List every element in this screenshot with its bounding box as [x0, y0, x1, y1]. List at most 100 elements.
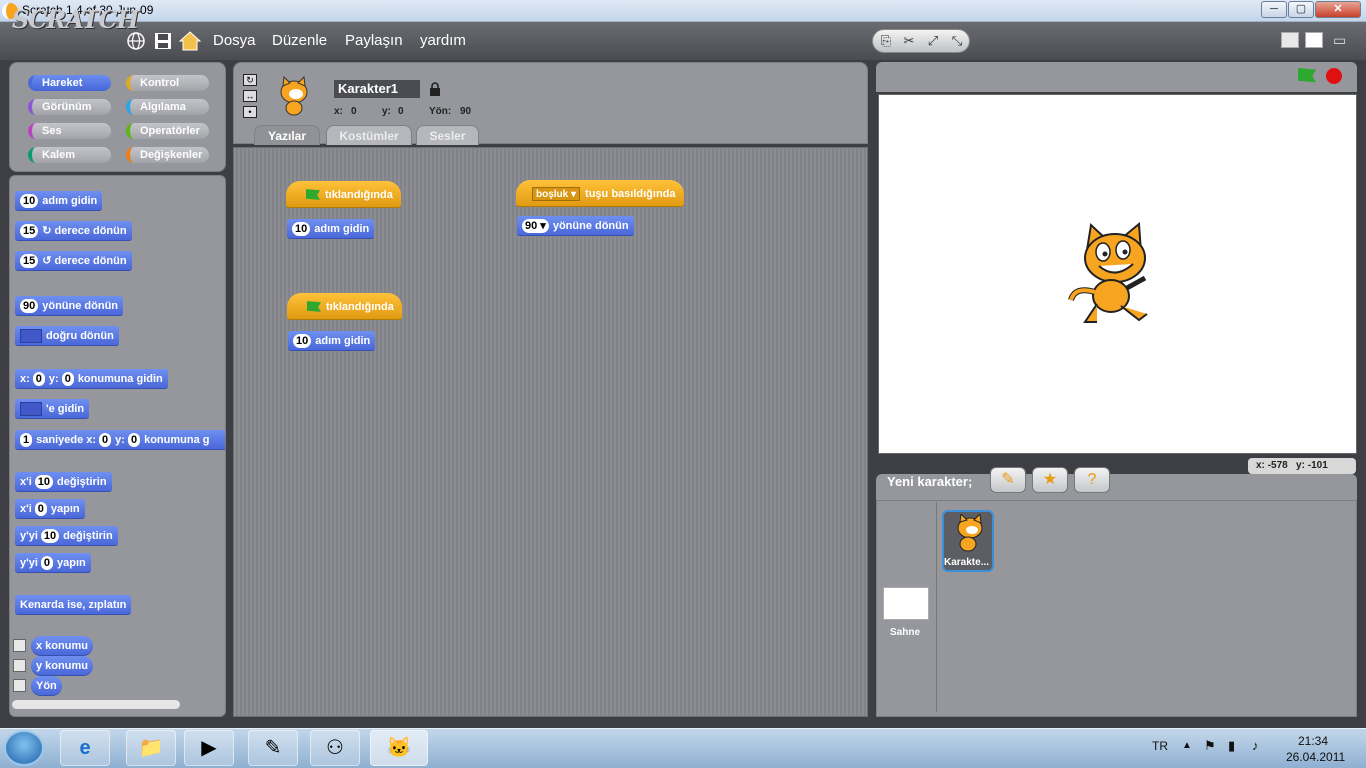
- reporter-direction[interactable]: Yön: [31, 676, 62, 696]
- menu-duzenle[interactable]: Düzenle: [272, 32, 327, 49]
- globe-icon[interactable]: [126, 31, 146, 51]
- mouse-coordinates: x: -578 y: -101: [1248, 458, 1356, 474]
- title-bar: Scratch 1.4 of 30-Jun-09 ─ ▢ ✕: [0, 0, 1366, 22]
- rotate-style-can-rotate-icon[interactable]: ↻: [243, 74, 257, 86]
- windows-start-icon[interactable]: [4, 730, 44, 766]
- tab-kostumler[interactable]: Kostümler: [326, 125, 412, 145]
- category-gorunum[interactable]: Görünüm: [28, 99, 111, 115]
- maximize-button[interactable]: ▢: [1288, 1, 1314, 18]
- sprite-y-value: 0: [398, 106, 404, 117]
- block-set-y[interactable]: y'yi 0 yapın: [15, 553, 91, 573]
- block-move[interactable]: 10 adım gidin: [287, 219, 375, 239]
- small-stage-icon[interactable]: [1281, 32, 1299, 48]
- block-goto-xy[interactable]: x: 0 y: 0 konumuna gidin: [15, 369, 168, 389]
- tab-yazilar[interactable]: Yazılar: [254, 125, 320, 145]
- paint-sprite-icon[interactable]: ✎: [990, 467, 1026, 493]
- language-indicator[interactable]: TR: [1152, 739, 1168, 753]
- delete-icon[interactable]: ✂: [900, 33, 918, 49]
- menu-bar: [0, 22, 1366, 60]
- key-dropdown[interactable]: boşluk ▾: [532, 187, 581, 202]
- turn-left-icon: ↺: [42, 255, 52, 267]
- lock-icon[interactable]: [430, 82, 440, 96]
- block-move[interactable]: 10 adım gidin: [15, 191, 103, 211]
- sprite-name-field[interactable]: Karakter1: [334, 80, 420, 98]
- save-icon[interactable]: [153, 31, 173, 51]
- volume-icon[interactable]: ♪: [1252, 738, 1259, 753]
- stop-icon[interactable]: [1326, 68, 1342, 84]
- scratch-taskbar-icon[interactable]: 🐱: [370, 730, 428, 766]
- palette-scrollbar[interactable]: [12, 700, 180, 709]
- green-flag-icon: [307, 301, 321, 312]
- block-point-direction[interactable]: 90 ▾ yönüne dönün: [517, 216, 634, 236]
- surprise-sprite-icon[interactable]: ?: [1074, 467, 1110, 493]
- network-icon[interactable]: ▮: [1228, 738, 1235, 754]
- block-glide[interactable]: 1 saniyede x: 0 y: 0 konumuna g: [15, 430, 225, 450]
- block-change-y[interactable]: y'yi 10 değiştirin: [15, 526, 118, 546]
- network-app-icon[interactable]: ⚇: [310, 730, 360, 766]
- cat-sprite[interactable]: [1067, 220, 1167, 330]
- category-algilama[interactable]: Algılama: [126, 99, 209, 115]
- block-set-x[interactable]: x'i 0 yapın: [15, 499, 85, 519]
- rotate-style-flip-icon[interactable]: ↔: [243, 90, 257, 102]
- sprite-preview-icon: [272, 75, 316, 120]
- reporter-x-position[interactable]: x konumu: [31, 636, 93, 656]
- category-panel: Hareket Kontrol Görünüm Algılama Ses Ope…: [9, 62, 226, 172]
- category-hareket[interactable]: Hareket: [28, 75, 111, 91]
- checkbox-x-position[interactable]: [13, 639, 26, 652]
- clock-time[interactable]: 21:34: [1298, 734, 1328, 748]
- category-kalem[interactable]: Kalem: [28, 147, 111, 163]
- block-move[interactable]: 10 adım gidin: [288, 331, 376, 351]
- tray-arrow-icon[interactable]: ▲: [1182, 740, 1192, 751]
- grow-icon[interactable]: ⤢: [924, 33, 942, 49]
- block-turn-left[interactable]: 15 ↺ derece dönün: [15, 251, 132, 271]
- category-kontrol[interactable]: Kontrol: [126, 75, 209, 91]
- normal-stage-icon[interactable]: [1305, 32, 1323, 48]
- sprite-direction-label: Yön:: [429, 106, 452, 117]
- block-point-direction[interactable]: 90 yönüne dönün: [15, 296, 124, 316]
- menu-paylasin[interactable]: Paylaşın: [345, 32, 403, 49]
- block-bounce[interactable]: Kenarda ise, zıplatın: [15, 595, 132, 615]
- category-ses[interactable]: Ses: [28, 123, 111, 139]
- menu-dosya[interactable]: Dosya: [213, 32, 256, 49]
- share-icon[interactable]: [178, 30, 202, 51]
- stage-thumbnail-label: Sahne: [890, 627, 921, 638]
- internet-explorer-icon[interactable]: e: [60, 730, 110, 766]
- shrink-icon[interactable]: ⤡: [948, 33, 966, 49]
- sprite-x-value: 0: [351, 106, 357, 117]
- edit-tools: ⎘ ✂ ⤢ ⤡: [872, 29, 970, 53]
- sprite-y-label: y:: [382, 106, 391, 117]
- rotate-style-none-icon[interactable]: •: [243, 106, 257, 118]
- presentation-mode-icon[interactable]: ▭: [1333, 32, 1351, 48]
- hat-green-flag[interactable]: tıklandığında: [286, 181, 401, 208]
- hat-green-flag[interactable]: tıklandığında: [287, 293, 402, 320]
- checkbox-direction[interactable]: [13, 679, 26, 692]
- minimize-button[interactable]: ─: [1261, 1, 1287, 18]
- menu-yardim[interactable]: yardım: [420, 32, 466, 49]
- close-button[interactable]: ✕: [1315, 1, 1361, 18]
- reporter-y-position[interactable]: y konumu: [31, 656, 93, 676]
- choose-sprite-icon[interactable]: ★: [1032, 467, 1068, 493]
- tab-sesler[interactable]: Sesler: [416, 125, 479, 145]
- hat-key-pressed[interactable]: boşluk ▾ tuşu basıldığında: [516, 180, 684, 207]
- towards-dropdown[interactable]: [20, 329, 42, 344]
- paint-icon[interactable]: ✎: [248, 730, 298, 766]
- flag-icon[interactable]: ⚑: [1204, 738, 1216, 754]
- block-goto[interactable]: 'e gidin: [15, 399, 90, 419]
- block-palette: 10 adım gidin 15 ↻ derece dönün 15 ↺ derece d…: [9, 175, 226, 717]
- checkbox-y-position[interactable]: [13, 659, 26, 672]
- media-player-icon[interactable]: ▶: [184, 730, 234, 766]
- category-degiskenler[interactable]: Değişkenler: [126, 147, 209, 163]
- block-turn-right[interactable]: 15 ↻ derece dönün: [15, 221, 132, 241]
- stage[interactable]: [878, 94, 1357, 454]
- file-explorer-icon[interactable]: 📁: [126, 730, 176, 766]
- block-change-x[interactable]: x'i 10 değiştirin: [15, 472, 112, 492]
- clock-date[interactable]: 26.04.2011: [1286, 750, 1345, 764]
- goto-dropdown[interactable]: [20, 402, 42, 417]
- mouse-y-value: -101: [1307, 460, 1328, 471]
- category-operatorler[interactable]: Operatörler: [126, 123, 209, 139]
- stage-thumbnail[interactable]: [883, 587, 929, 620]
- duplicate-icon[interactable]: ⎘: [877, 33, 895, 49]
- block-point-towards[interactable]: doğru dönün: [15, 326, 119, 346]
- scripts-area[interactable]: tıklandığında 10 adım gidin boşluk ▾ tuşu …: [233, 147, 868, 717]
- mouse-x-value: -578: [1267, 460, 1288, 471]
